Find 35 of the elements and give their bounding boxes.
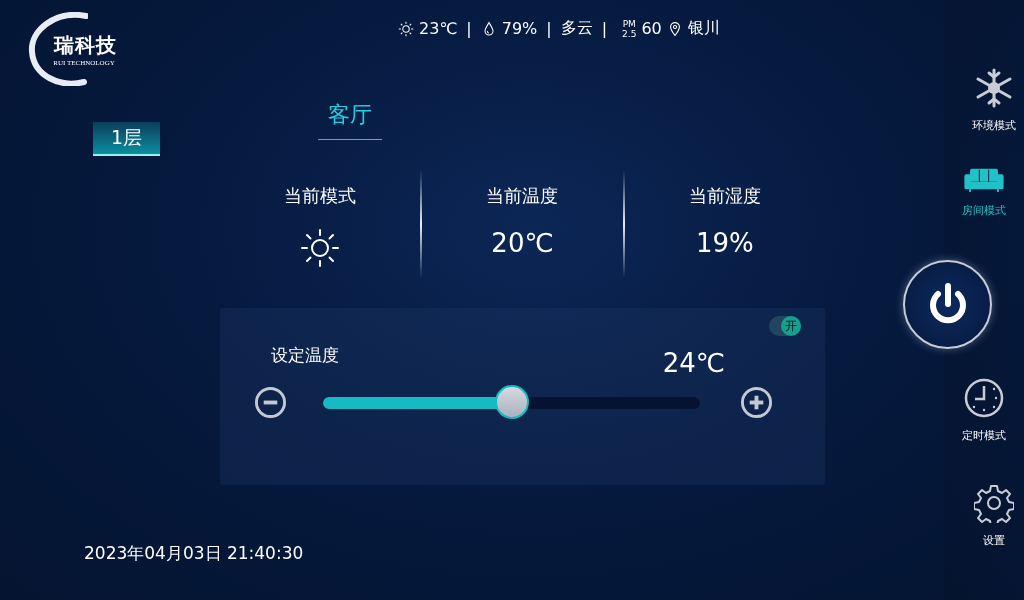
- stat-value: 19%: [695, 228, 754, 258]
- separator: |: [466, 19, 472, 38]
- clock-icon: [964, 378, 1004, 418]
- sidebar-item[interactable]: 定时模式: [962, 378, 1006, 443]
- plus-button[interactable]: [740, 386, 773, 419]
- date-time: 2023年04月03日 21:40:30: [84, 543, 304, 563]
- outdoor-humidity: 79%: [501, 19, 538, 38]
- outdoor-temperature: 23℃: [419, 19, 458, 38]
- settings-icon: [974, 483, 1014, 523]
- sidebar-item[interactable]: 设置: [974, 483, 1014, 548]
- stat-value: 20℃: [491, 228, 554, 258]
- power-button[interactable]: [903, 260, 992, 349]
- stat-label: 当前模式: [284, 184, 357, 208]
- floor-tab[interactable]: 1层: [93, 122, 160, 156]
- separator: |: [546, 19, 552, 38]
- room-tab[interactable]: 客厅: [318, 92, 382, 140]
- pm-value: 60: [641, 19, 662, 38]
- logo-text: 瑞科技: [53, 31, 117, 59]
- stat-label: 当前温度: [486, 184, 559, 208]
- city: 银川: [687, 18, 720, 39]
- sun-icon: [300, 228, 341, 268]
- stat-label: 当前湿度: [688, 184, 761, 208]
- setpoint-value: 24℃: [662, 348, 725, 378]
- minus-button[interactable]: [254, 386, 287, 419]
- sidebar-item[interactable]: 环境模式: [972, 68, 1016, 133]
- setpoint-label: 设定温度: [271, 344, 339, 367]
- pm-label: PM: [622, 18, 636, 29]
- separator: |: [601, 19, 608, 38]
- sun-icon: [398, 20, 414, 37]
- weather-condition: 多云: [560, 18, 593, 39]
- toggle-switch[interactable]: 开: [769, 316, 801, 336]
- pm-label: 2.5: [622, 28, 637, 39]
- slider-thumb[interactable]: [494, 384, 529, 419]
- sidebar-item[interactable]: 房间模式: [962, 165, 1006, 218]
- snowflake-icon: [974, 68, 1014, 108]
